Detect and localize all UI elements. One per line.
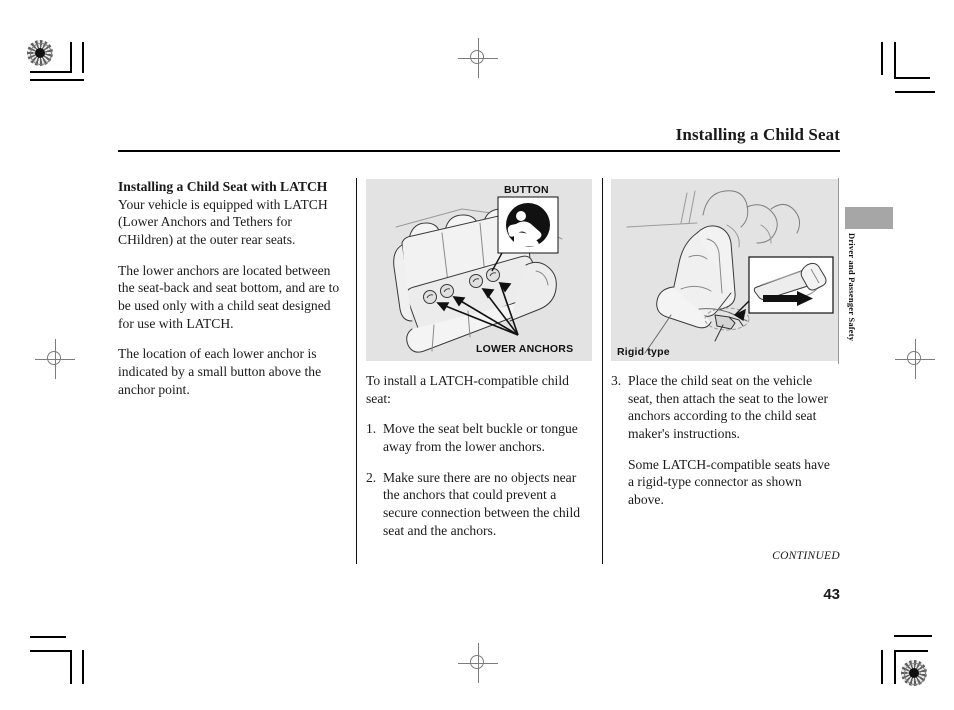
middle-intro: To install a LATCH-compatible child seat… xyxy=(366,373,569,406)
rigid-connector-illustration xyxy=(626,190,834,354)
right-step-list: 3. Place the child seat on the vehicle s… xyxy=(611,372,839,509)
crop-mark-bottom-right-vertical-inner xyxy=(894,650,896,684)
figure-label-button: BUTTON xyxy=(504,184,549,196)
crop-mark-bottom-left-vertical-outer xyxy=(82,650,84,684)
registration-target-bottom-right xyxy=(901,660,927,686)
step-number: 3. xyxy=(611,373,622,388)
rigid-connector-detail-inset xyxy=(748,256,834,314)
side-tab-block xyxy=(845,207,893,229)
figure-lower-anchors xyxy=(366,179,592,361)
list-item: 3. Place the child seat on the vehicle s… xyxy=(611,372,839,509)
list-item: 2. Make sure there are no objects near t… xyxy=(366,469,592,540)
step-number: 2. xyxy=(366,469,377,485)
right-note: Some LATCH-compatible seats have a rigid… xyxy=(628,456,830,508)
crosshair-circle xyxy=(470,655,484,669)
column-divider-right xyxy=(602,178,603,564)
registration-crosshair-left xyxy=(35,339,75,379)
right-column: 3. Place the child seat on the vehicle s… xyxy=(611,372,839,509)
crop-mark-top-left-vertical-inner xyxy=(70,42,72,73)
crop-mark-top-left-vertical-outer xyxy=(82,42,84,73)
crop-mark-bottom-left-vertical-inner xyxy=(70,650,72,684)
crop-mark-top-left-horizontal-outer xyxy=(30,79,84,81)
crop-mark-bottom-left-horizontal-outer xyxy=(30,636,66,638)
registration-crosshair-top xyxy=(458,38,498,78)
page-number: 43 xyxy=(823,586,840,603)
side-tab-label: Driver and Passenger Safety xyxy=(847,233,857,342)
crosshair-circle xyxy=(907,351,921,365)
figure-caption-rigid-type: Rigid type xyxy=(617,346,670,358)
section-heading: Installing a Child Seat with LATCH xyxy=(118,179,328,194)
header-rule xyxy=(118,150,840,152)
crop-mark-bottom-left-horizontal-inner xyxy=(30,650,72,652)
crosshair-circle xyxy=(470,50,484,64)
left-column: Installing a Child Seat with LATCH Your … xyxy=(118,178,346,398)
step-number: 1. xyxy=(366,421,377,437)
registration-target-top-left xyxy=(27,40,53,66)
crop-mark-top-left-horizontal-inner xyxy=(30,71,72,73)
step-text: Make sure there are no objects near the … xyxy=(383,469,581,538)
middle-step-list: 1. Move the seat belt buckle or tongue a… xyxy=(366,420,592,539)
left-paragraph-3: The location of each lower anchor is ind… xyxy=(118,346,322,397)
registration-crosshair-right xyxy=(895,339,935,379)
crop-mark-bottom-right-horizontal-inner xyxy=(894,650,928,652)
figure-rigid-type xyxy=(611,179,839,361)
continued-note: CONTINUED xyxy=(772,550,840,562)
step-text: Move the seat belt buckle or tongue away… xyxy=(383,421,578,455)
rear-seat-anchors-illustration xyxy=(393,196,563,353)
column-divider-left xyxy=(356,178,357,564)
crosshair-circle xyxy=(47,351,61,365)
left-paragraph-1: Your vehicle is equipped with LATCH (Low… xyxy=(118,196,328,248)
figure-label-lower-anchors: LOWER ANCHORS xyxy=(476,343,574,355)
step-text: Place the child seat on the vehicle seat… xyxy=(628,373,829,442)
button-icon-box xyxy=(497,196,559,254)
registration-crosshair-bottom xyxy=(458,643,498,683)
crop-mark-top-right-vertical-inner xyxy=(894,42,896,79)
page-title: Installing a Child Seat xyxy=(675,125,840,144)
crop-mark-top-right-vertical-outer xyxy=(881,42,883,75)
crop-mark-bottom-right-vertical-outer xyxy=(881,650,883,684)
crop-mark-top-right-horizontal-inner xyxy=(895,77,930,79)
crop-mark-top-right-horizontal-outer xyxy=(895,91,935,93)
crop-mark-bottom-right-horizontal-outer xyxy=(894,635,932,637)
list-item: 1. Move the seat belt buckle or tongue a… xyxy=(366,420,592,455)
middle-column: To install a LATCH-compatible child seat… xyxy=(366,372,592,539)
left-paragraph-2: The lower anchors are located between th… xyxy=(118,262,340,331)
side-tab-rule xyxy=(838,178,839,364)
